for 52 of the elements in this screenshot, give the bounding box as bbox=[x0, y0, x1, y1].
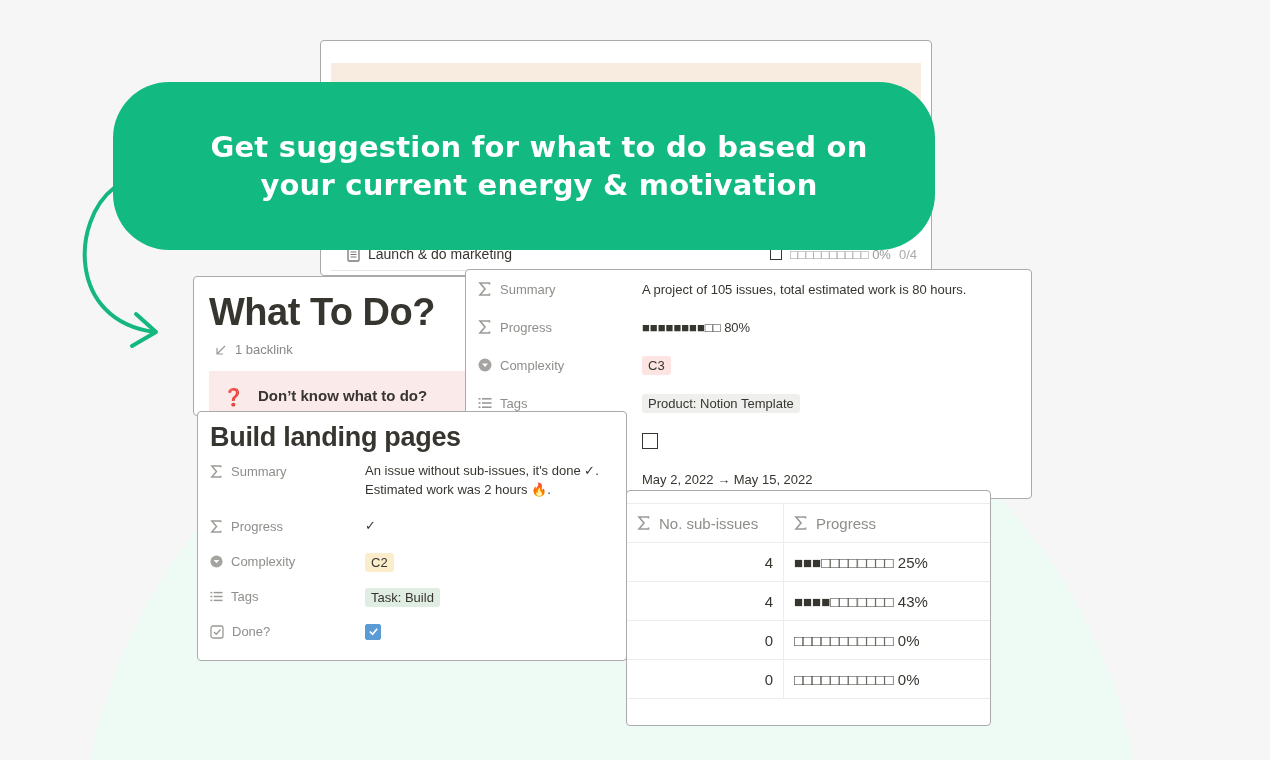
property-label: Summary bbox=[231, 464, 287, 479]
property-value: ✓ bbox=[365, 517, 377, 535]
sigma-icon bbox=[794, 516, 808, 530]
table-cell: 4 bbox=[627, 582, 784, 620]
property-label: Summary bbox=[500, 281, 556, 297]
check-icon bbox=[367, 626, 379, 637]
arrow-icon bbox=[215, 343, 227, 356]
checkbox-icon bbox=[210, 624, 224, 639]
property-value: ■■■■■■■■□□ 80% bbox=[642, 319, 751, 335]
tag[interactable]: C3 bbox=[642, 355, 671, 375]
checkbox[interactable] bbox=[642, 433, 658, 449]
sigma-icon bbox=[478, 320, 492, 334]
tag[interactable]: Product: Notion Template bbox=[642, 393, 800, 413]
table-cell-text: ■■■■□□□□□□□ 43% bbox=[793, 591, 929, 612]
sigma-icon bbox=[210, 520, 223, 533]
issue-title: Build landing pages bbox=[210, 422, 462, 453]
column-title: No. sub-issues bbox=[659, 514, 759, 532]
page-title: What To Do? bbox=[209, 291, 436, 334]
dropdown-icon bbox=[478, 358, 492, 372]
table-cell-text: □□□□□□□□□□□ 0% bbox=[793, 630, 921, 651]
list-icon bbox=[210, 590, 223, 603]
table-cell-text: □□□□□□□□□□□ 0% bbox=[793, 669, 921, 690]
table-cell: 4 bbox=[627, 543, 784, 581]
tag[interactable]: Task: Build bbox=[365, 588, 440, 607]
banner-text: Get suggestion for what to do based on bbox=[210, 130, 868, 164]
progress-text: □□□□□□□□□□ 0% bbox=[790, 246, 891, 262]
dropdown-icon bbox=[210, 555, 223, 568]
property-label: Tags bbox=[231, 589, 259, 604]
question-icon: ❓ bbox=[223, 387, 244, 408]
property-label: Complexity bbox=[500, 357, 565, 373]
property-value: A project of 105 issues, total estimated work is 80 hours. bbox=[642, 281, 967, 297]
property-label: Complexity bbox=[231, 554, 296, 569]
count-text: 0/4 bbox=[898, 246, 917, 262]
table-cell-text: ■■■□□□□□□□□ 25% bbox=[793, 552, 929, 573]
sigma-icon bbox=[478, 282, 492, 296]
property-label: Progress bbox=[500, 319, 553, 335]
property-label: Tags bbox=[500, 395, 528, 411]
backlink-link[interactable]: 1 backlink bbox=[235, 342, 293, 357]
property-value: May 2, 2022 → May 15, 2022 bbox=[642, 471, 813, 487]
table-cell: 0 bbox=[627, 621, 784, 659]
table-cell: 0 bbox=[627, 660, 784, 698]
checkbox[interactable] bbox=[365, 623, 381, 640]
property-label: Progress bbox=[231, 519, 284, 534]
banner-text: your current energy & motivation bbox=[260, 168, 818, 202]
property-value: An issue without sub-issues, it's done ✓. Estimated work was 2 hours 🔥. bbox=[365, 462, 600, 499]
sigma-icon bbox=[210, 465, 223, 478]
tag[interactable]: C2 bbox=[365, 553, 394, 572]
property-label: Done? bbox=[232, 624, 271, 639]
list-icon bbox=[478, 396, 492, 410]
sigma-icon bbox=[637, 516, 651, 530]
column-title: Progress bbox=[816, 514, 877, 532]
callout-text: Don’t know what to do? bbox=[258, 387, 428, 406]
